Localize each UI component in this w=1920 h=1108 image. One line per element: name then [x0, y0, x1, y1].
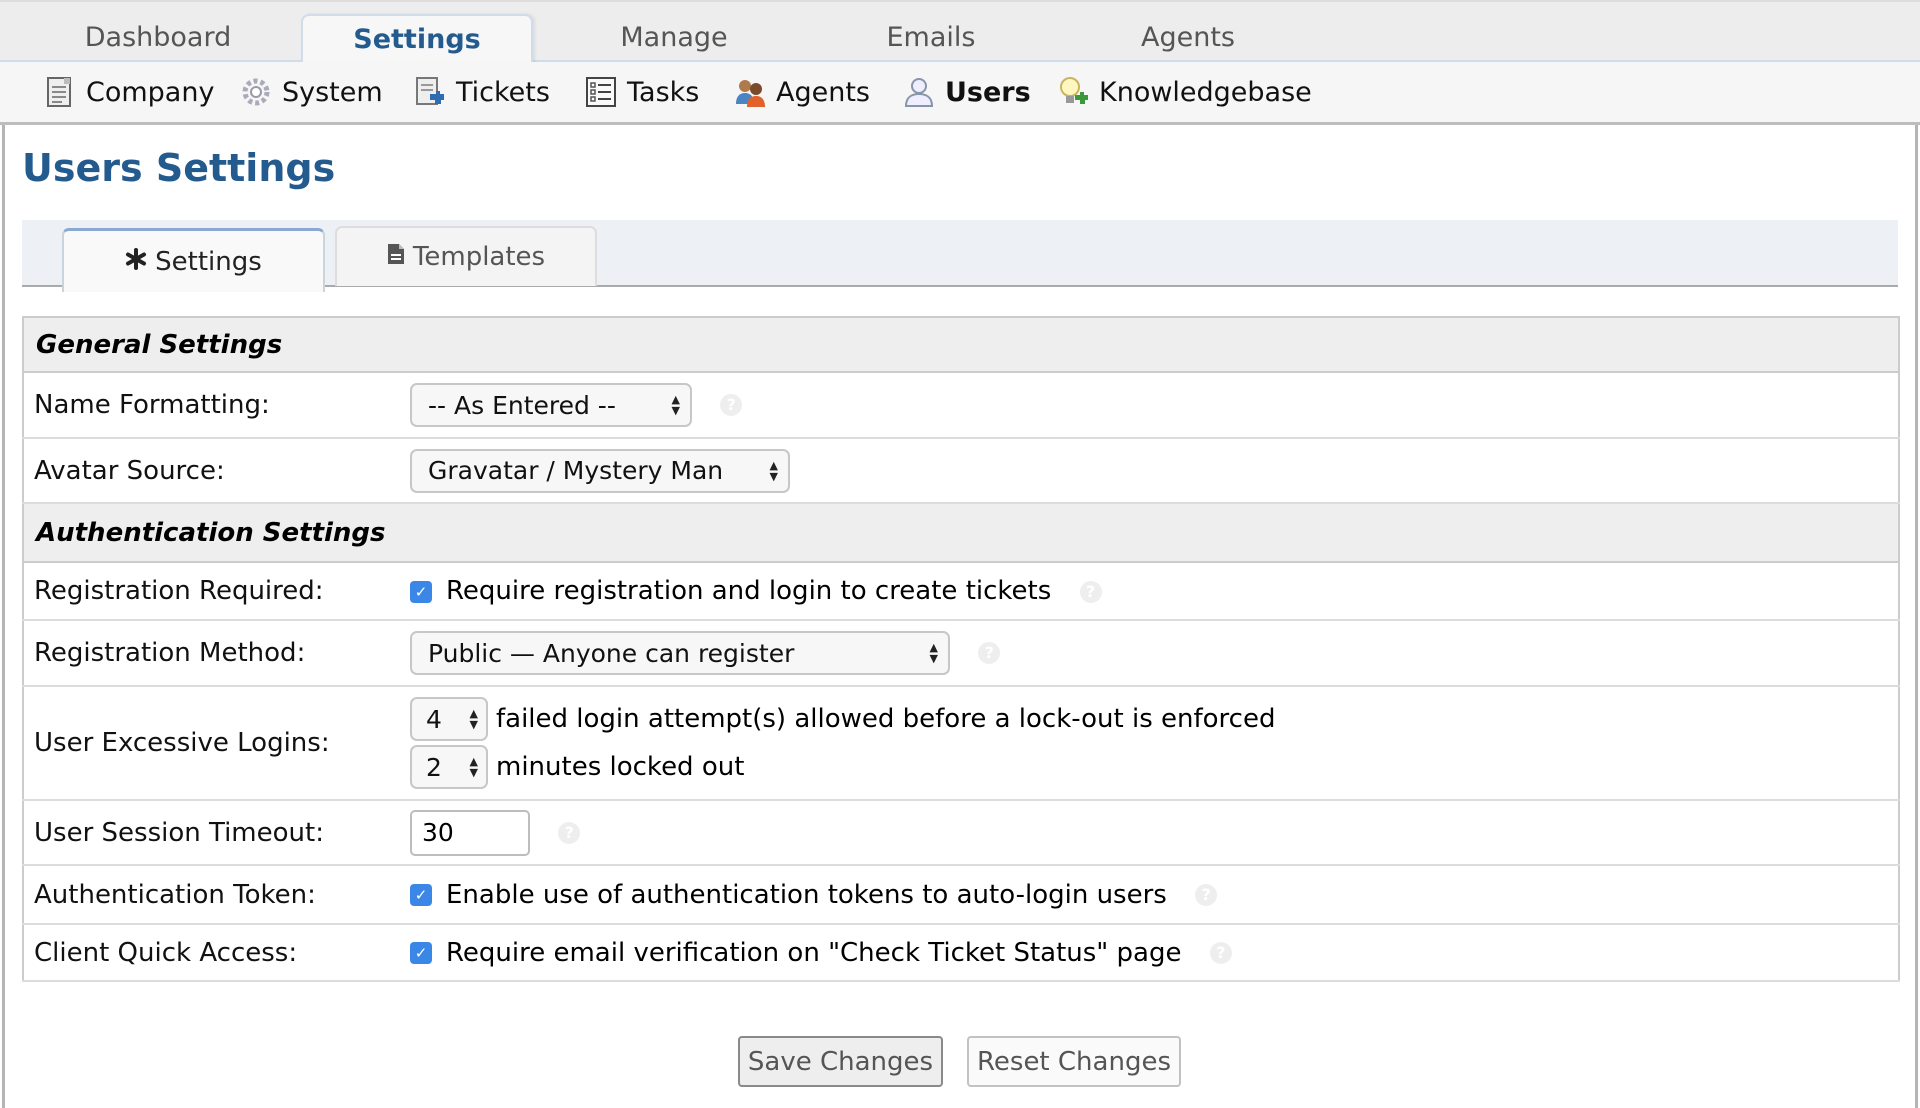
- agents-icon: [734, 76, 766, 108]
- subnav-system[interactable]: System: [240, 72, 383, 112]
- settings-subnav: Company System Tickets Tasks Agents User…: [0, 62, 1920, 125]
- help-icon[interactable]: ?: [1209, 942, 1232, 964]
- field-label: Authentication Token:: [23, 865, 410, 925]
- page-title: Users Settings: [22, 146, 336, 190]
- field-label: Name Formatting:: [23, 372, 410, 439]
- lockout-minutes-select[interactable]: 2 ▲ ▼: [410, 745, 488, 789]
- subnav-agents[interactable]: Agents: [734, 72, 870, 112]
- subnav-users-label: Users: [945, 76, 1031, 108]
- field-label: User Session Timeout:: [23, 800, 410, 866]
- document-icon: [44, 76, 76, 108]
- row-client-quick-access: Client Quick Access: ✓ Require email veri…: [23, 924, 1899, 982]
- select-arrows-icon: ▲ ▼: [929, 641, 938, 665]
- registration-required-checkbox[interactable]: ✓: [410, 580, 432, 603]
- subnav-system-label: System: [282, 76, 383, 108]
- checkbox-label: Require email verification on "Check Tic…: [446, 937, 1182, 968]
- checkbox-label: Enable use of authentication tokens to a…: [446, 879, 1167, 910]
- avatar-source-select[interactable]: Gravatar / Mystery Man ▲ ▼: [410, 448, 790, 493]
- registration-method-select[interactable]: Public — Anyone can register ▲ ▼: [410, 631, 950, 675]
- select-arrows-icon: ▲ ▼: [671, 393, 680, 417]
- tab-settings-label: Settings: [155, 246, 262, 277]
- select-value: Gravatar / Mystery Man: [428, 456, 724, 485]
- subnav-users[interactable]: Users: [903, 72, 1031, 112]
- field-label: Client Quick Access:: [23, 924, 410, 982]
- name-formatting-select[interactable]: -- As Entered -- ▲ ▼: [410, 383, 692, 427]
- tab-templates-label: Templates: [412, 242, 546, 272]
- checkbox-label: Require registration and login to create…: [446, 576, 1052, 606]
- attempts-text: failed login attempt(s) allowed before a…: [496, 704, 1276, 734]
- field-label: User Excessive Logins:: [23, 686, 410, 801]
- select-value: 2: [426, 752, 442, 782]
- top-nav: Dashboard Settings Manage Emails Agents: [0, 0, 1920, 66]
- select-value: -- As Entered --: [428, 390, 616, 420]
- field-label: Registration Method:: [23, 620, 410, 687]
- section-title: General Settings: [22, 316, 1900, 373]
- subnav-tickets-label: Tickets: [456, 76, 550, 108]
- session-timeout-input[interactable]: 30: [410, 809, 530, 856]
- subnav-tickets[interactable]: Tickets: [414, 72, 550, 112]
- row-name-formatting: Name Formatting: -- As Entered -- ▲ ▼ ?: [23, 372, 1899, 439]
- checklist-icon: [585, 76, 617, 108]
- client-quick-access-checkbox[interactable]: ✓: [410, 942, 432, 964]
- field-label: Avatar Source:: [23, 438, 410, 504]
- row-excessive-logins: User Excessive Logins: 4 ▲ ▼ failed login …: [23, 686, 1899, 801]
- user-icon: [903, 76, 935, 108]
- subnav-knowledgebase[interactable]: Knowledgebase: [1057, 72, 1312, 112]
- select-arrows-icon: ▲ ▼: [769, 458, 778, 483]
- tab-templates[interactable]: Templates: [335, 226, 597, 286]
- subnav-company-label: Company: [86, 76, 215, 108]
- tab-emails[interactable]: Emails: [815, 14, 1047, 64]
- settings-tabs: Settings Templates: [22, 220, 1898, 292]
- save-changes-button[interactable]: Save Changes: [738, 1036, 943, 1087]
- auth-token-checkbox[interactable]: ✓: [410, 884, 432, 906]
- select-value: 4: [426, 704, 442, 734]
- subnav-tasks[interactable]: Tasks: [585, 72, 699, 112]
- tab-manage[interactable]: Manage: [558, 14, 790, 64]
- lightbulb-icon: [1057, 76, 1089, 108]
- help-icon[interactable]: ?: [720, 394, 743, 416]
- row-registration-required: Registration Required: ✓ Require registra…: [23, 562, 1899, 621]
- minutes-text: minutes locked out: [496, 752, 745, 782]
- help-icon[interactable]: ?: [558, 821, 581, 844]
- login-attempts-select[interactable]: 4 ▲ ▼: [410, 697, 488, 741]
- subnav-company[interactable]: Company: [44, 72, 214, 112]
- ticket-puzzle-icon: [414, 76, 446, 108]
- help-icon[interactable]: ?: [1195, 884, 1218, 906]
- tab-agents[interactable]: Agents: [1072, 14, 1304, 64]
- settings-table: General Settings Name Formatting: -- As …: [22, 316, 1900, 982]
- subnav-knowledgebase-label: Knowledgebase: [1099, 76, 1312, 108]
- row-avatar-source: Avatar Source: Gravatar / Mystery Man ▲ ▼: [23, 438, 1899, 504]
- gear-icon: [240, 76, 272, 108]
- row-auth-token: Authentication Token: ✓ Enable use of aut…: [23, 865, 1899, 925]
- subnav-agents-label: Agents: [776, 76, 870, 108]
- tab-dashboard[interactable]: Dashboard: [42, 14, 274, 64]
- reset-changes-button[interactable]: Reset Changes: [967, 1036, 1181, 1087]
- select-value: Public — Anyone can register: [428, 638, 795, 668]
- help-icon[interactable]: ?: [978, 642, 1001, 664]
- section-header-authentication: Authentication Settings: [22, 502, 1900, 563]
- asterisk-icon: [125, 247, 155, 277]
- section-header-general: General Settings: [22, 316, 1900, 373]
- select-arrows-icon: ▲ ▼: [469, 707, 478, 731]
- subnav-tasks-label: Tasks: [627, 76, 700, 108]
- tab-settings-panel[interactable]: Settings: [62, 228, 325, 292]
- field-label: Registration Required:: [23, 562, 410, 621]
- select-arrows-icon: ▲ ▼: [469, 755, 478, 779]
- help-icon[interactable]: ?: [1079, 580, 1102, 603]
- row-session-timeout: User Session Timeout: 30 ?: [23, 800, 1899, 866]
- file-icon: [387, 242, 413, 272]
- row-registration-method: Registration Method: Public — Anyone can…: [23, 620, 1899, 687]
- tab-settings[interactable]: Settings: [301, 14, 533, 66]
- section-title: Authentication Settings: [22, 502, 1900, 563]
